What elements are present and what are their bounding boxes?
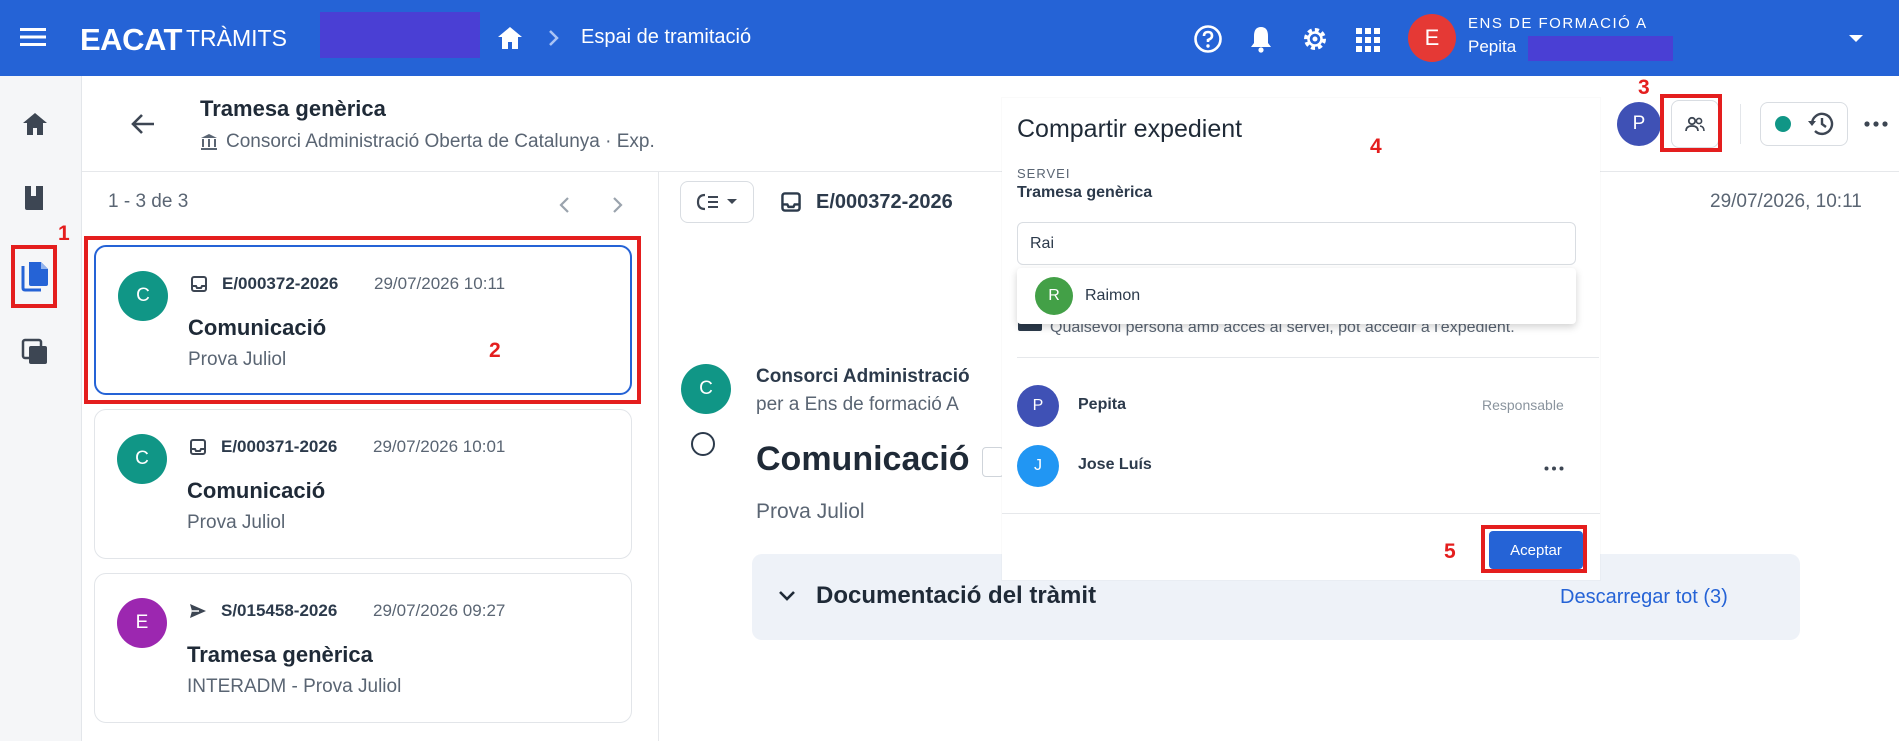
detail-code: E/000372-2026 — [816, 191, 953, 213]
bell-icon[interactable] — [1248, 24, 1274, 54]
modal-title: Compartir expedient — [1017, 115, 1243, 143]
annotation-number: 2 — [489, 339, 501, 362]
apps-grid-icon[interactable] — [1356, 28, 1380, 52]
home-icon[interactable] — [496, 25, 524, 51]
annotation-box — [1481, 525, 1587, 573]
suggestion-item[interactable]: R Raimon — [1017, 268, 1576, 324]
divider — [1002, 513, 1600, 514]
item-title: Tramesa genèrica — [187, 642, 373, 667]
divider — [1740, 104, 1741, 144]
service-name: Tramesa genèrica — [1017, 184, 1153, 201]
avatar: R — [1035, 277, 1073, 315]
suggestion-name: Raimon — [1085, 287, 1141, 304]
annotation-number: 4 — [1370, 135, 1382, 158]
item-code: S/015458-2026 — [221, 601, 338, 620]
list-item[interactable]: C E/000371-2026 29/07/2026 10:01 Comunic… — [94, 409, 632, 559]
chevron-right-icon — [548, 29, 560, 47]
detail-title: Comunicació — [756, 440, 970, 478]
item-subtitle: INTERADM - Prova Juliol — [187, 676, 402, 697]
annotation-number: 1 — [58, 222, 70, 245]
redacted-block — [1528, 36, 1673, 61]
user-search-input[interactable] — [1017, 222, 1576, 265]
caret-down-icon — [726, 198, 738, 206]
brand-text: EACAT — [80, 22, 182, 57]
redacted-block — [320, 12, 480, 58]
list-view-icon — [696, 193, 720, 211]
record-subtitle-text: Consorci Administració Oberta de Catalun… — [226, 131, 655, 152]
app-logo[interactable]: EACAT TRÀMITS — [80, 22, 287, 58]
avatar: C — [117, 434, 167, 484]
status-dot — [1774, 116, 1791, 132]
more-options-icon[interactable] — [1864, 121, 1888, 127]
annotation-box — [1660, 94, 1722, 152]
sender-avatar: C — [681, 364, 731, 414]
menu-icon[interactable] — [20, 26, 46, 48]
item-code: E/000371-2026 — [221, 437, 338, 456]
top-bar: EACAT TRÀMITS Espai de tramitació E ENS D… — [0, 0, 1899, 76]
user-org: ENS DE FORMACIÓ A — [1468, 15, 1648, 32]
inbox-icon — [780, 191, 802, 213]
side-rail — [0, 76, 82, 741]
detail-description: Prova Juliol — [756, 500, 865, 523]
detail-date: 29/07/2026, 10:11 — [1710, 191, 1862, 212]
chevron-down-icon[interactable] — [778, 590, 796, 602]
divider — [1017, 357, 1599, 358]
breadcrumb[interactable]: Espai de tramitació — [581, 26, 751, 49]
service-label: SERVEI — [1017, 166, 1071, 181]
annotation-box — [84, 236, 641, 404]
help-icon[interactable] — [1193, 24, 1223, 54]
member-options-icon[interactable] — [1544, 466, 1564, 471]
sender-name: Consorci Administració — [756, 366, 970, 387]
copy-icon[interactable] — [21, 338, 49, 366]
member-name: Jose Luís — [1078, 456, 1152, 473]
home-icon[interactable] — [21, 111, 49, 137]
member-role: Responsable — [1482, 397, 1564, 413]
book-icon[interactable] — [21, 184, 47, 212]
status-group[interactable] — [1760, 102, 1848, 146]
caret-down-icon[interactable] — [1848, 34, 1864, 44]
list-item[interactable]: E S/015458-2026 29/07/2026 09:27 Tramesa… — [94, 573, 632, 723]
avatar: J — [1017, 445, 1059, 487]
recipient: per a Ens de formació A — [756, 394, 959, 415]
annotation-number: 5 — [1444, 540, 1456, 563]
pane-divider — [658, 172, 659, 741]
brand-sub: TRÀMITS — [185, 25, 287, 51]
share-modal — [1002, 98, 1600, 580]
tag-chip — [982, 447, 1004, 477]
annotation-number: 3 — [1638, 76, 1650, 99]
record-subtitle: Consorci Administració Oberta de Catalun… — [200, 131, 655, 153]
gear-icon[interactable] — [1300, 24, 1330, 54]
annotation-box — [11, 245, 57, 308]
view-toggle[interactable] — [680, 181, 754, 223]
download-all-link[interactable]: Descarregar tot (3) — [1560, 586, 1728, 609]
avatar: E — [117, 598, 167, 648]
item-subtitle: Prova Juliol — [187, 512, 286, 533]
item-date: 29/07/2026 10:01 — [373, 437, 506, 456]
item-date: 29/07/2026 09:27 — [373, 601, 506, 620]
status-circle — [691, 432, 715, 456]
inbox-icon — [189, 438, 207, 456]
chevron-left-icon[interactable] — [558, 196, 570, 214]
owner-avatar[interactable]: P — [1617, 102, 1661, 146]
user-name: Pepita — [1468, 37, 1517, 56]
record-title: Tramesa genèrica — [200, 96, 386, 121]
user-avatar[interactable]: E — [1408, 14, 1456, 62]
documents-title: Documentació del tràmit — [816, 582, 1097, 609]
back-arrow-icon[interactable] — [130, 112, 156, 136]
avatar: P — [1017, 385, 1059, 427]
chevron-right-icon[interactable] — [612, 196, 624, 214]
send-icon — [189, 602, 207, 620]
institution-icon — [200, 133, 218, 151]
pager-text: 1 - 3 de 3 — [108, 191, 189, 212]
member-name: Pepita — [1078, 396, 1127, 413]
item-title: Comunicació — [187, 478, 326, 503]
history-icon[interactable] — [1806, 111, 1834, 137]
